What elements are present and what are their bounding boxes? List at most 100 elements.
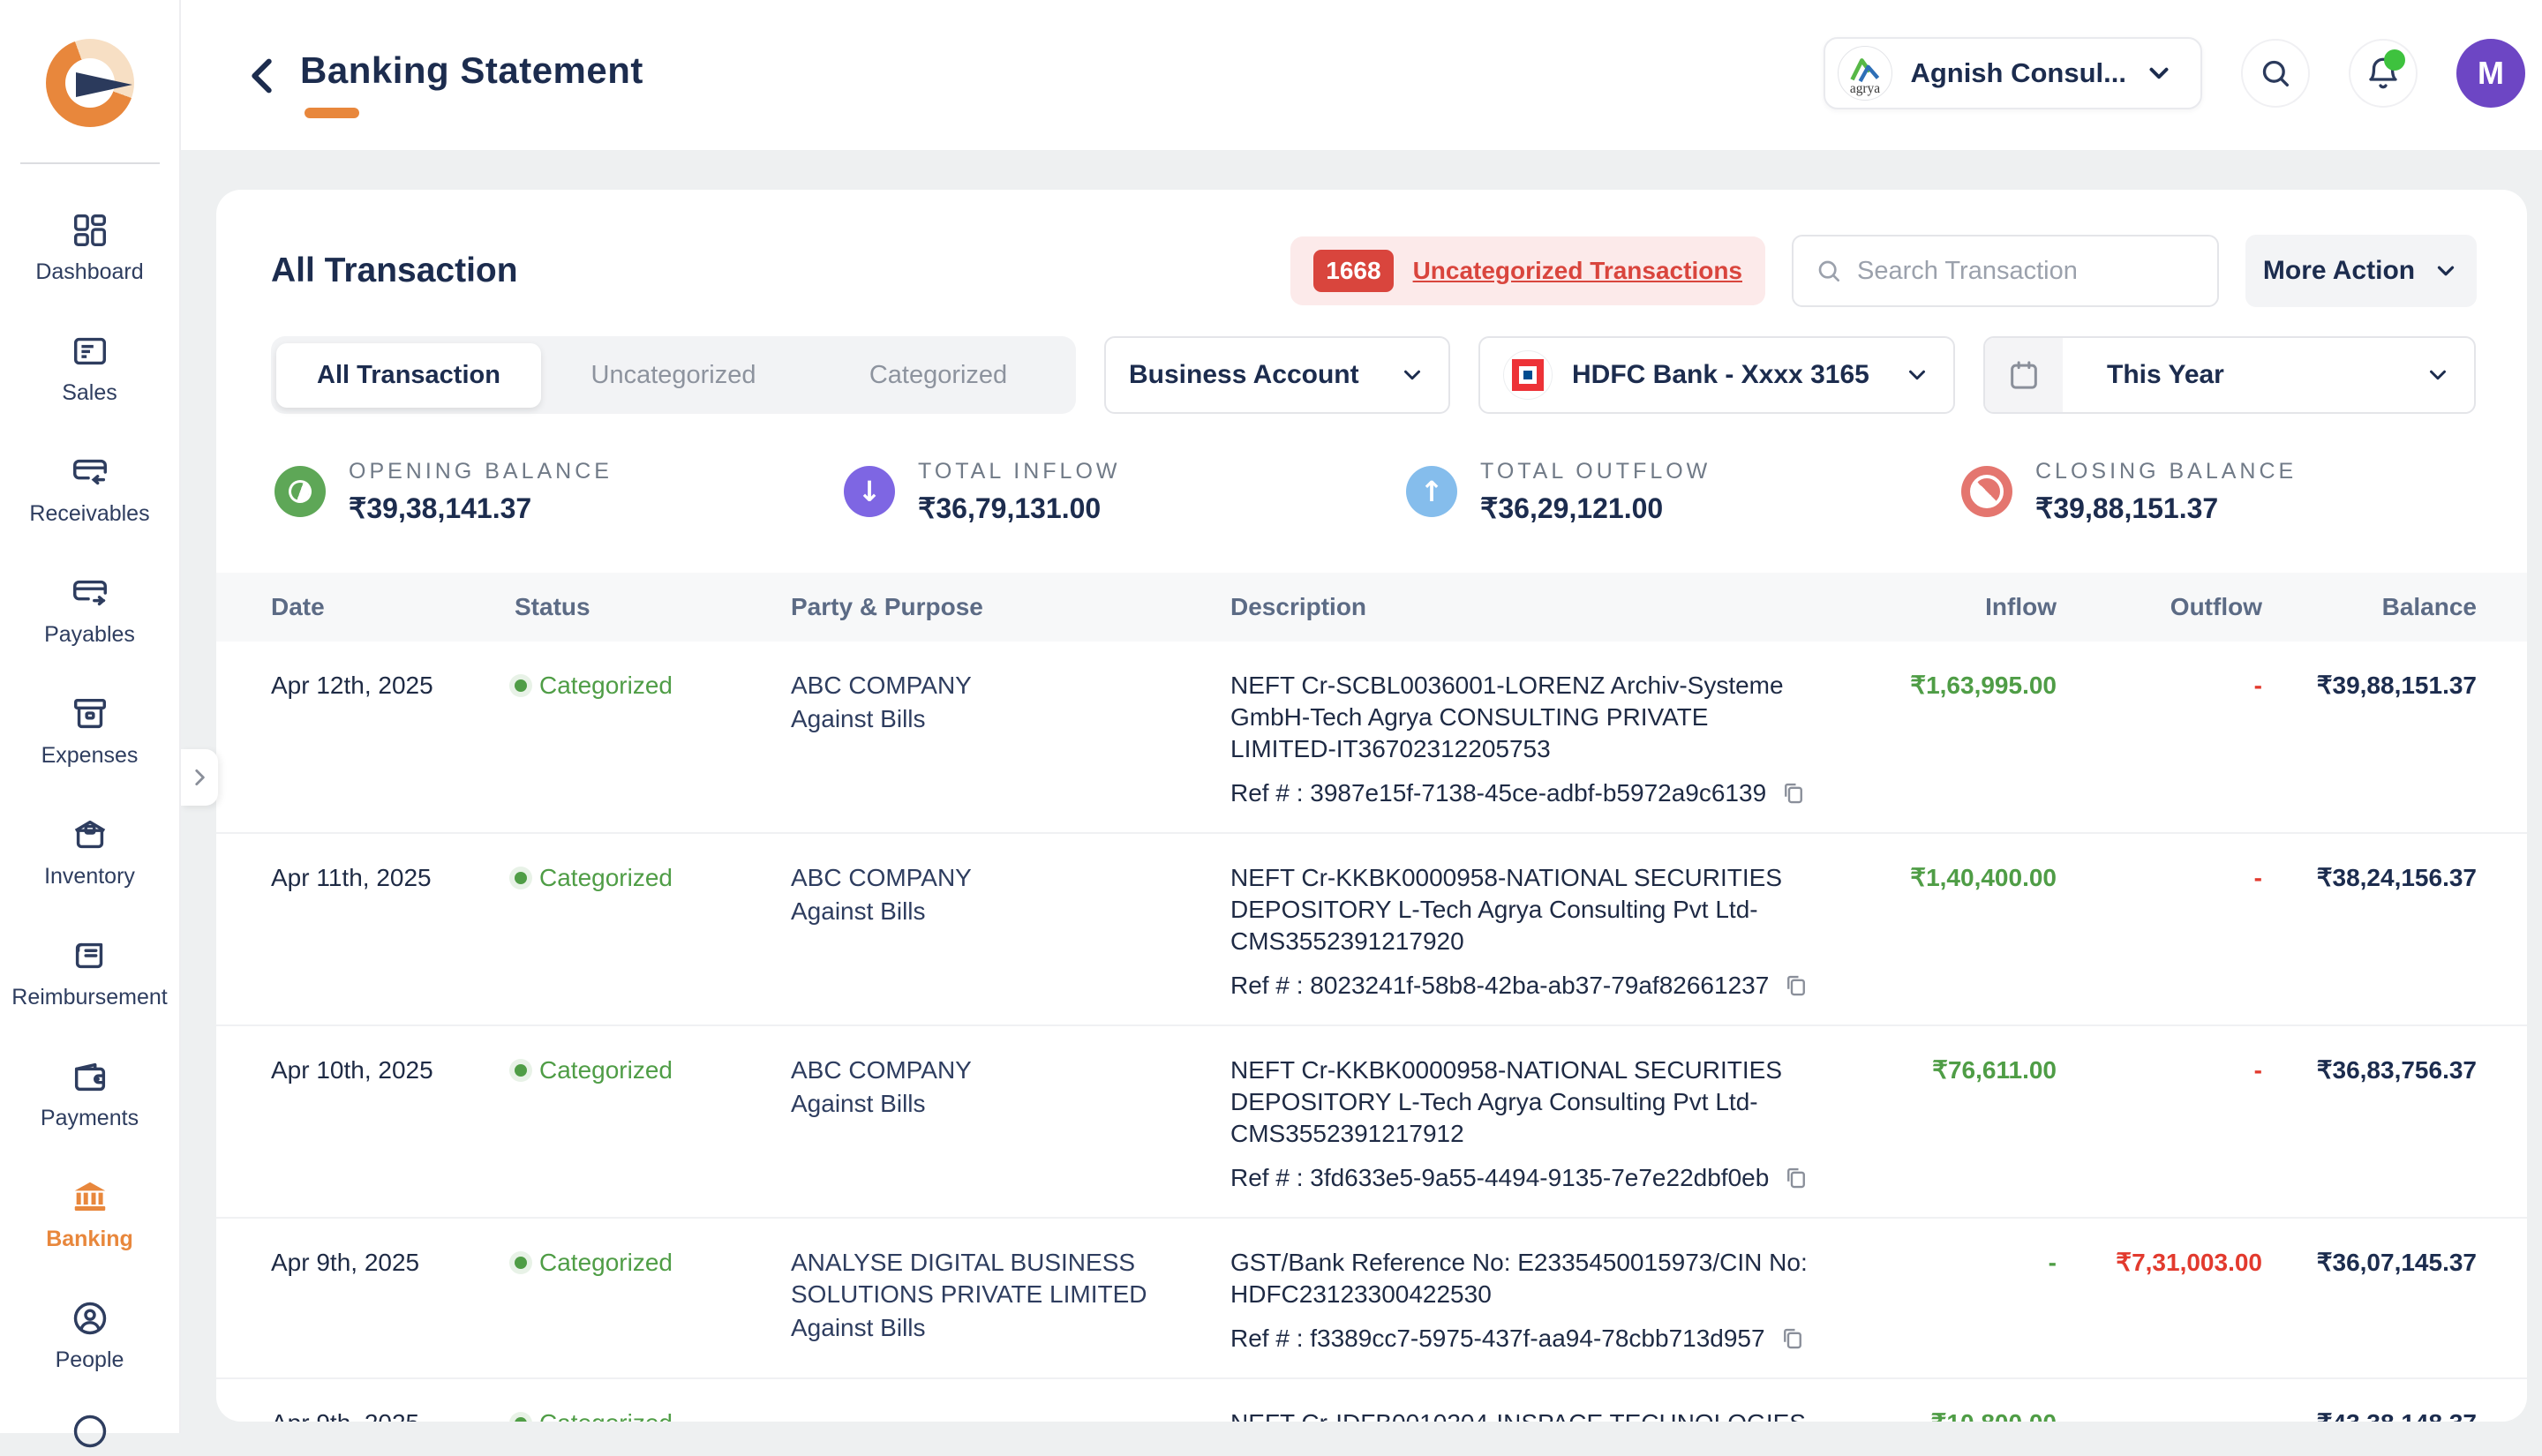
- tab-all-transaction[interactable]: All Transaction: [276, 342, 541, 408]
- txn-outflow: -: [2057, 1407, 2262, 1422]
- calendar-segment: [1985, 338, 2063, 412]
- col-inflow: Inflow: [1985, 593, 2057, 620]
- txn-inflow: -: [2048, 1249, 2057, 1276]
- sidebar-item-people[interactable]: People: [0, 1298, 179, 1373]
- notifications-button[interactable]: [2349, 39, 2418, 108]
- stat-label: CLOSING BALANCE: [2035, 458, 2298, 484]
- txn-inflow: ₹76,611.00: [1932, 1056, 2057, 1084]
- transaction-search[interactable]: [1792, 235, 2219, 307]
- sidebar-item-receivables[interactable]: Receivables: [0, 452, 179, 527]
- txn-ref: Ref # : f3389cc7-5975-437f-aa94-78cbb713…: [1230, 1325, 1765, 1352]
- uncategorized-count-badge: 1668: [1313, 250, 1394, 292]
- bank-account-dropdown[interactable]: HDFC Bank - Xxxx 3165: [1478, 336, 1955, 414]
- stat-closing-balance: CLOSING BALANCE ₹39,88,151.37: [1961, 459, 2297, 525]
- col-party: Party & Purpose: [791, 593, 983, 620]
- sidebar-item-sales[interactable]: Sales: [0, 331, 179, 406]
- table-row[interactable]: Apr 10th, 2025 Categorized ABC COMPANY Ag…: [216, 1026, 2527, 1219]
- back-button[interactable]: [240, 51, 290, 101]
- txn-date: Apr 11th, 2025: [271, 864, 432, 891]
- top-header-bar: Banking Statement agrya Agnish Consul...…: [0, 0, 2542, 150]
- user-avatar[interactable]: M: [2456, 39, 2525, 108]
- company-name: Agnish Consul...: [1910, 57, 2126, 88]
- expenses-icon: [73, 698, 106, 729]
- txn-date: Apr 9th, 2025: [271, 1249, 420, 1276]
- txn-status: Categorized: [515, 1247, 791, 1355]
- sidebar-item-payments[interactable]: Payments: [0, 1056, 179, 1131]
- sales-icon: [73, 337, 106, 365]
- sidebar-item-banking[interactable]: Banking: [0, 1177, 179, 1252]
- opening-balance-icon: [275, 466, 326, 517]
- txn-outflow: -: [2253, 672, 2262, 699]
- txn-outflow: ₹7,31,003.00: [2116, 1249, 2262, 1276]
- account-type-value: Business Account: [1129, 360, 1359, 389]
- txn-party: ABC COMPANY Against Bills: [791, 1056, 972, 1117]
- svg-text:agrya: agrya: [1850, 81, 1880, 96]
- copy-ref-button[interactable]: [1783, 1164, 1809, 1192]
- sidebar-collapse-handle[interactable]: [181, 749, 218, 806]
- uncategorized-transactions-link[interactable]: Uncategorized Transactions: [1413, 257, 1742, 285]
- status-dot-icon: [515, 1257, 527, 1269]
- inflow-icon: ↓: [844, 466, 895, 517]
- chevron-down-icon: [2437, 266, 2455, 276]
- closing-balance-icon: [1961, 466, 2012, 517]
- txn-party: -Against Bills: [791, 1407, 1230, 1422]
- tab-categorized[interactable]: Categorized: [806, 343, 1071, 408]
- people-icon: [73, 1302, 106, 1335]
- sidebar-item-inventory[interactable]: Inventory: [0, 814, 179, 889]
- tab-uncategorized[interactable]: Uncategorized: [541, 343, 806, 408]
- company-selector[interactable]: agrya Agnish Consul...: [1824, 37, 2202, 109]
- table-row[interactable]: Apr 9th, 2025 Categorized -Against Bills…: [216, 1379, 2527, 1422]
- txn-balance: ₹43,38,148.37: [2262, 1407, 2477, 1422]
- copy-ref-button[interactable]: [1780, 779, 1807, 807]
- chevron-down-icon: [2149, 67, 2169, 79]
- payables-icon: [72, 580, 107, 606]
- sidebar-item-label: People: [55, 1347, 124, 1372]
- sidebar-item-label: Dashboard: [35, 259, 144, 284]
- uncategorized-banner: 1668 Uncategorized Transactions: [1290, 236, 1765, 305]
- period-dropdown[interactable]: This Year: [1983, 336, 2476, 414]
- stat-opening-balance: OPENING BALANCE ₹39,38,141.37: [275, 459, 844, 525]
- table-header-row: Date Status Party & Purpose Description …: [216, 573, 2527, 642]
- page-title: Banking Statement: [300, 49, 643, 91]
- table-row[interactable]: Apr 9th, 2025 Categorized ANALYSE DIGITA…: [216, 1219, 2527, 1379]
- txn-inflow: ₹10,800.00: [1854, 1407, 2057, 1422]
- outflow-icon: ↑: [1406, 466, 1457, 517]
- copy-ref-button[interactable]: [1779, 1325, 1806, 1353]
- txn-description: NEFT Cr-SCBL0036001-LORENZ Archiv-System…: [1230, 670, 1854, 809]
- txn-status: Categorized: [515, 670, 791, 809]
- sidebar-item-expenses[interactable]: Expenses: [0, 694, 179, 769]
- settings-icon: [73, 1415, 106, 1448]
- chevron-right-icon: [195, 769, 205, 785]
- title-accent-underline: [305, 108, 359, 118]
- app-logo-arrow: [75, 72, 132, 97]
- txn-balance: ₹38,24,156.37: [2316, 864, 2477, 891]
- notification-dot: [2384, 49, 2405, 71]
- search-transaction-input[interactable]: [1857, 256, 2196, 286]
- search-icon: [2262, 60, 2289, 87]
- txn-date: Apr 9th, 2025: [271, 1407, 515, 1422]
- table-row[interactable]: Apr 12th, 2025 Categorized ABC COMPANY Ag…: [216, 642, 2527, 834]
- txn-outflow: -: [2253, 1056, 2262, 1084]
- sidebar-item-partial[interactable]: [70, 1411, 110, 1456]
- status-dot-icon: [515, 1064, 527, 1077]
- txn-outflow: -: [2253, 864, 2262, 891]
- app-logo[interactable]: [45, 39, 134, 127]
- status-dot-icon: [515, 872, 527, 884]
- stat-label: TOTAL OUTFLOW: [1480, 458, 1711, 484]
- account-type-dropdown[interactable]: Business Account: [1104, 336, 1450, 414]
- hdfc-bank-logo: [1503, 350, 1553, 400]
- table-row[interactable]: Apr 11th, 2025 Categorized ABC COMPANY Ag…: [216, 834, 2527, 1026]
- more-action-button[interactable]: More Action: [2245, 235, 2477, 307]
- sidebar-item-dashboard[interactable]: Dashboard: [0, 210, 179, 285]
- copy-ref-button[interactable]: [1783, 972, 1809, 1000]
- col-balance: Balance: [2381, 593, 2477, 620]
- sidebar-item-reimbursement[interactable]: Reimbursement: [0, 935, 179, 1010]
- txn-ref: Ref # : 8023241f-58b8-42ba-ab37-79af8266…: [1230, 972, 1770, 999]
- col-outflow: Outflow: [2170, 593, 2262, 620]
- sidebar-item-label: Banking: [46, 1227, 133, 1251]
- inventory-icon: [74, 820, 105, 849]
- sidebar-item-payables[interactable]: Payables: [0, 573, 179, 648]
- sidebar-item-label: Sales: [62, 380, 117, 405]
- txn-ref: Ref # : 3fd633e5-9a55-4494-9135-7e7e22db…: [1230, 1164, 1770, 1191]
- global-search-button[interactable]: [2241, 39, 2310, 108]
